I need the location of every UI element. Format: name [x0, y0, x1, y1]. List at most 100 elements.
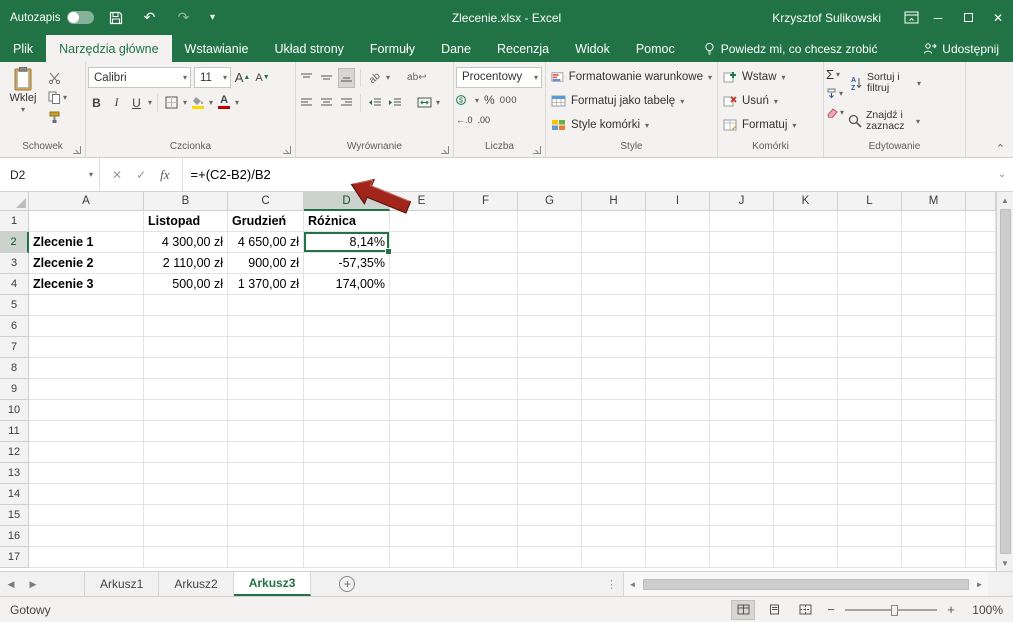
cell-A16[interactable] [29, 526, 144, 547]
cell-H3[interactable] [582, 253, 646, 274]
cell-J16[interactable] [710, 526, 774, 547]
tab-formulas[interactable]: Formuły [357, 35, 428, 62]
tab-view[interactable]: Widok [562, 35, 623, 62]
tab-help[interactable]: Pomoc [623, 35, 688, 62]
cell-I8[interactable] [646, 358, 710, 379]
cell-L12[interactable] [838, 442, 902, 463]
paste-button[interactable]: Wklej ▾ [2, 65, 44, 141]
cell-F12[interactable] [454, 442, 518, 463]
clipboard-dialog-launcher-icon[interactable] [73, 146, 81, 154]
cell-D4[interactable]: 174,00% [304, 274, 390, 295]
cell-L2[interactable] [838, 232, 902, 253]
cell-I15[interactable] [646, 505, 710, 526]
cell-F5[interactable] [454, 295, 518, 316]
cell-M16[interactable] [902, 526, 966, 547]
cell-M6[interactable] [902, 316, 966, 337]
cell-A10[interactable] [29, 400, 144, 421]
cell-L7[interactable] [838, 337, 902, 358]
cell-K6[interactable] [774, 316, 838, 337]
cell-L4[interactable] [838, 274, 902, 295]
cell-I13[interactable] [646, 463, 710, 484]
sheet-nav-next-icon[interactable]: ▶ [22, 572, 44, 596]
normal-view-button[interactable] [731, 600, 755, 620]
cell-L1[interactable] [838, 211, 902, 232]
cell-L10[interactable] [838, 400, 902, 421]
insert-function-button[interactable]: fx [160, 167, 169, 183]
tab-home[interactable]: Narzędzia główne [46, 35, 171, 62]
cell-L5[interactable] [838, 295, 902, 316]
cell-K4[interactable] [774, 274, 838, 295]
cell-D12[interactable] [304, 442, 390, 463]
tab-page-layout[interactable]: Układ strony [261, 35, 356, 62]
cell-M5[interactable] [902, 295, 966, 316]
autosave-toggle[interactable]: Autozapis [10, 11, 94, 24]
underline-button[interactable]: U [128, 93, 145, 113]
column-header-F[interactable]: F [454, 192, 518, 211]
sheet-tab-arkusz2[interactable]: Arkusz2 [159, 572, 233, 596]
find-select-button[interactable]: Znajdź i zaznacz ▾ [848, 103, 921, 139]
format-cells-button[interactable]: Formatuj ▾ [720, 113, 821, 137]
column-header-C[interactable]: C [228, 192, 304, 211]
cell-F9[interactable] [454, 379, 518, 400]
scroll-up-icon[interactable]: ▲ [997, 192, 1013, 208]
italic-button[interactable]: I [108, 93, 125, 113]
cell-C16[interactable] [228, 526, 304, 547]
cell-F8[interactable] [454, 358, 518, 379]
cell-C12[interactable] [228, 442, 304, 463]
cell-I16[interactable] [646, 526, 710, 547]
cell-partial-15[interactable] [966, 505, 996, 526]
cell-E9[interactable] [390, 379, 454, 400]
delete-cells-button[interactable]: Usuń ▾ [720, 89, 821, 113]
cell-M13[interactable] [902, 463, 966, 484]
row-header-12[interactable]: 12 [0, 442, 29, 463]
cell-A2[interactable]: Zlecenie 1 [29, 232, 144, 253]
font-color-button[interactable]: A [216, 96, 232, 109]
column-header-L[interactable]: L [838, 192, 902, 211]
tab-data[interactable]: Dane [428, 35, 484, 62]
row-header-10[interactable]: 10 [0, 400, 29, 421]
vertical-scrollbar[interactable]: ▲ ▼ [996, 192, 1013, 571]
tell-me-box[interactable]: Powiedz mi, co chcesz zrobić [704, 35, 878, 62]
font-size-select[interactable]: 11▾ [194, 67, 231, 88]
fill-color-button[interactable] [190, 96, 206, 109]
cell-D16[interactable] [304, 526, 390, 547]
row-header-4[interactable]: 4 [0, 274, 29, 295]
cell-partial-11[interactable] [966, 421, 996, 442]
column-header-E[interactable]: E [390, 192, 454, 211]
tab-review[interactable]: Recenzja [484, 35, 562, 62]
cell-A3[interactable]: Zlecenie 2 [29, 253, 144, 274]
cell-K8[interactable] [774, 358, 838, 379]
cell-K5[interactable] [774, 295, 838, 316]
cell-K12[interactable] [774, 442, 838, 463]
cell-B5[interactable] [144, 295, 228, 316]
cell-K10[interactable] [774, 400, 838, 421]
cell-partial-9[interactable] [966, 379, 996, 400]
cell-G15[interactable] [518, 505, 582, 526]
save-button[interactable] [104, 6, 128, 30]
cell-F16[interactable] [454, 526, 518, 547]
sheet-nav-prev-icon[interactable]: ◀ [0, 572, 22, 596]
cell-B1[interactable]: Listopad [144, 211, 228, 232]
column-header-A[interactable]: A [29, 192, 144, 211]
cell-H7[interactable] [582, 337, 646, 358]
cell-A15[interactable] [29, 505, 144, 526]
align-right-button[interactable] [338, 93, 355, 113]
vertical-scroll-thumb[interactable] [1000, 209, 1011, 554]
formula-bar-expand-icon[interactable]: ⌄ [991, 158, 1013, 191]
cell-F2[interactable] [454, 232, 518, 253]
cell-F17[interactable] [454, 547, 518, 568]
scroll-left-icon[interactable]: ◄ [624, 576, 641, 592]
cell-A4[interactable]: Zlecenie 3 [29, 274, 144, 295]
cell-J1[interactable] [710, 211, 774, 232]
cell-E13[interactable] [390, 463, 454, 484]
cell-K14[interactable] [774, 484, 838, 505]
cell-H14[interactable] [582, 484, 646, 505]
cell-E2[interactable] [390, 232, 454, 253]
cell-J12[interactable] [710, 442, 774, 463]
cell-C17[interactable] [228, 547, 304, 568]
close-button[interactable]: ✕ [983, 0, 1013, 35]
cell-B9[interactable] [144, 379, 228, 400]
cell-E7[interactable] [390, 337, 454, 358]
cell-L8[interactable] [838, 358, 902, 379]
cell-M14[interactable] [902, 484, 966, 505]
